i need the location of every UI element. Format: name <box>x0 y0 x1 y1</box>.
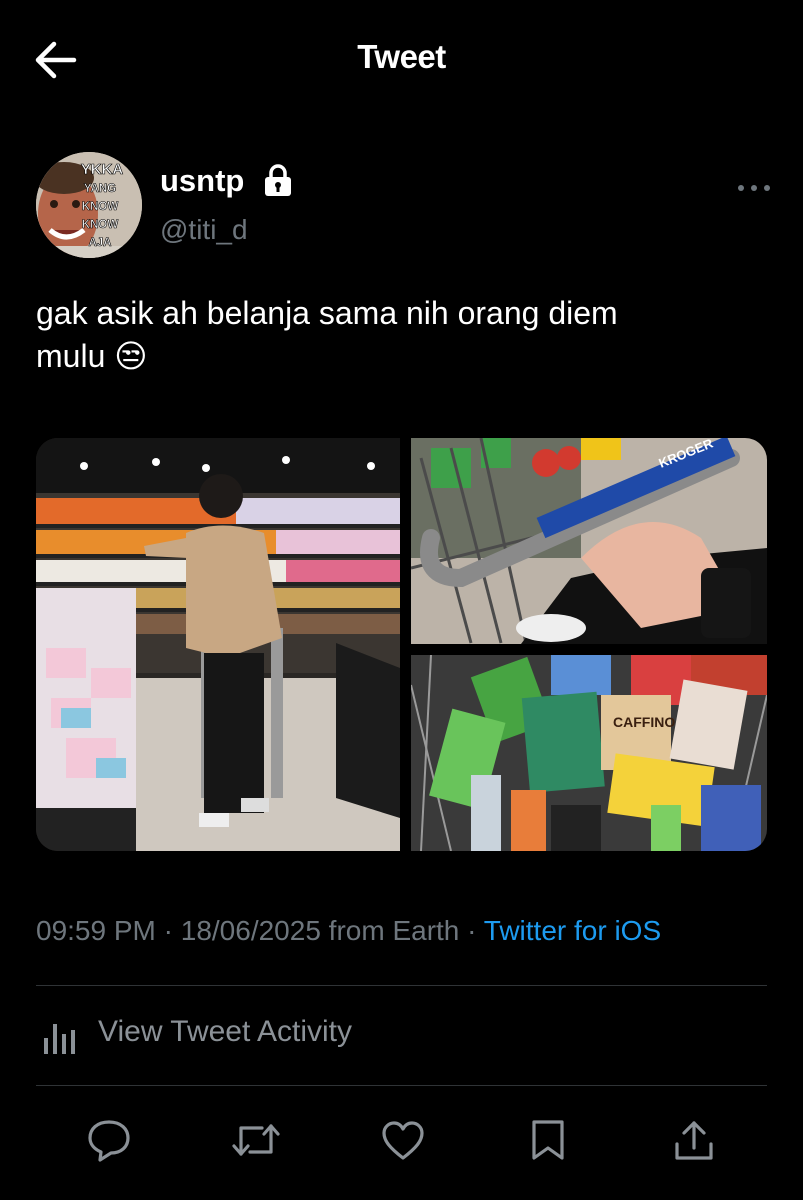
media-grid: KROGER CAFFINO <box>36 438 767 851</box>
share-icon[interactable] <box>672 1118 716 1162</box>
avatar-caption-5: AJA <box>88 237 111 249</box>
author-handle[interactable]: @titi_d <box>160 214 248 246</box>
avatar-caption-3: KNOW <box>82 201 119 213</box>
bookmark-icon[interactable] <box>528 1118 568 1162</box>
tweet-text-line-2: mulu 😒 <box>36 338 148 374</box>
more-options-icon[interactable] <box>737 184 771 192</box>
avatar-caption-1: YKKA <box>81 161 124 178</box>
tweet-date[interactable]: 18/06/2025 <box>181 915 321 946</box>
divider <box>36 1085 767 1086</box>
avatar[interactable]: YKKA YANG KNOW KNOW AJA <box>36 152 142 258</box>
tweet-text-line-1: gak asik ah belanja sama nih orang diem <box>36 295 618 331</box>
avatar-caption-2: YANG <box>84 183 116 195</box>
lock-icon <box>265 164 291 196</box>
retweet-icon[interactable] <box>230 1118 282 1162</box>
avatar-image: YKKA YANG KNOW KNOW AJA <box>36 152 142 258</box>
meta-separator-2: · <box>467 915 477 946</box>
divider <box>36 985 767 986</box>
snack-brand-label: CAFFINO <box>613 714 675 730</box>
tweet-metadata: 09:59 PM · 18/06/2025 from Earth · Twitt… <box>36 915 661 947</box>
media-photo-aisle[interactable] <box>36 438 400 851</box>
tweet-text: gak asik ah belanja sama nih orang diem … <box>36 292 756 378</box>
page-title: Tweet <box>357 38 446 75</box>
meta-separator-1: · <box>163 915 173 946</box>
media-photo-snacks[interactable]: CAFFINO <box>411 655 767 851</box>
view-tweet-activity-link[interactable]: View Tweet Activity <box>98 1015 352 1049</box>
tweet-client-link[interactable]: Twitter for iOS <box>484 915 661 946</box>
media-photo-cart-handle[interactable]: KROGER <box>411 438 767 644</box>
top-bar: Tweet <box>0 0 803 118</box>
tweet-time[interactable]: 09:59 PM <box>36 915 156 946</box>
avatar-caption-4: KNOW <box>82 219 119 231</box>
author-display-name[interactable]: usntp <box>160 163 244 199</box>
analytics-icon[interactable] <box>36 1010 76 1060</box>
tweet-location: from Earth <box>328 915 460 946</box>
like-icon[interactable] <box>380 1118 426 1162</box>
reply-icon[interactable] <box>86 1118 132 1162</box>
